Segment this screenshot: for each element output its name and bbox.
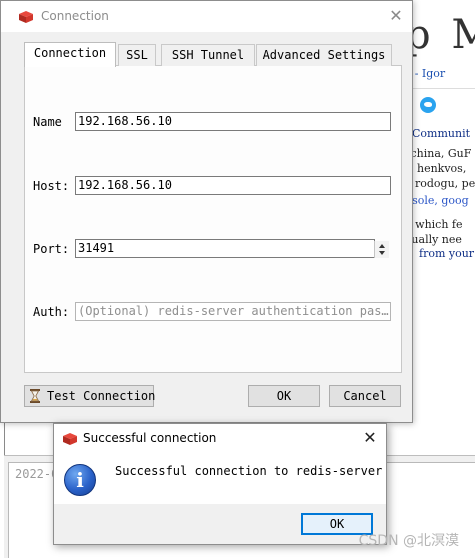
success-footer: OK	[54, 504, 386, 544]
close-icon[interactable]: ✕	[386, 6, 406, 26]
screen: p M y - Igor l Communit _china, GuF henk…	[0, 0, 475, 558]
background-line: tually nee	[407, 233, 462, 246]
port-field[interactable]: 31491	[75, 239, 375, 258]
success-titlebar[interactable]: Successful connection ✕	[54, 424, 386, 454]
port-spinner[interactable]	[374, 241, 389, 258]
connection-dialog: Connection ✕ Connection SSL SSH Tunnel A…	[0, 0, 413, 423]
twitter-icon[interactable]	[420, 97, 436, 113]
tab-advanced-settings[interactable]: Advanced Settings	[256, 44, 392, 66]
tab-ssl[interactable]: SSL	[118, 44, 156, 66]
background-line: henkvos,	[417, 162, 467, 175]
success-dialog: Successful connection ✕ i Successful con…	[53, 423, 387, 545]
ok-button[interactable]: OK	[248, 385, 320, 407]
background-line: from your	[419, 247, 475, 260]
tab-connection[interactable]: Connection	[24, 42, 116, 67]
watermark: CSDN @北溟漠	[358, 533, 459, 549]
background-webview: p M y - Igor l Communit _china, GuF henk…	[405, 0, 475, 455]
background-line: l Communit	[405, 127, 471, 140]
success-message: Successful connection to redis-server	[115, 464, 383, 478]
info-icon: i	[64, 464, 96, 496]
cancel-button[interactable]: Cancel	[329, 385, 401, 407]
redis-app-icon	[19, 11, 33, 23]
background-line: k which fe	[405, 218, 463, 231]
test-connection-label: Test Connection	[47, 389, 156, 403]
background-line: _china, GuF	[405, 147, 472, 160]
success-body: i Successful connection to redis-server	[54, 454, 386, 504]
background-divider	[405, 88, 475, 89]
auth-field[interactable]: (Optional) redis-server authentication p…	[75, 302, 391, 321]
host-field[interactable]: 192.168.56.10	[75, 176, 391, 195]
host-label: Host:	[33, 179, 70, 193]
log-entry: 2022-0	[15, 467, 59, 481]
tab-ssh-tunnel[interactable]: SSH Tunnel	[161, 44, 255, 66]
name-field[interactable]: 192.168.56.10	[75, 112, 391, 131]
name-label: Name	[33, 115, 62, 129]
background-line[interactable]: nsole, goog	[405, 194, 469, 207]
hourglass-icon	[30, 389, 40, 403]
test-connection-button[interactable]: Test Connection	[24, 385, 156, 407]
dialog-title: Connection	[41, 9, 109, 23]
auth-label: Auth:	[33, 305, 70, 319]
spin-down-icon[interactable]	[379, 251, 385, 255]
spin-up-icon[interactable]	[379, 244, 385, 248]
redis-app-icon	[63, 433, 77, 445]
dialog-titlebar[interactable]: Connection ✕	[1, 1, 412, 32]
port-label: Port:	[33, 242, 70, 256]
success-title: Successful connection	[83, 431, 217, 445]
background-line: rodogu, pe	[415, 177, 475, 190]
background-heading: p M	[405, 12, 475, 58]
close-icon[interactable]: ✕	[360, 428, 380, 448]
